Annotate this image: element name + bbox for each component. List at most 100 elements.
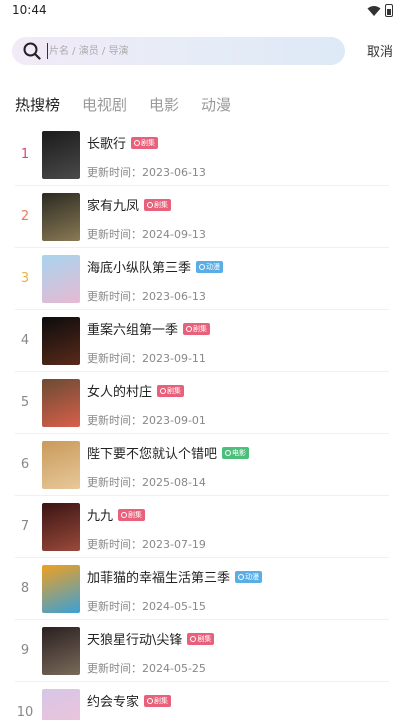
poster-image: [42, 627, 80, 675]
badge-label: 动漫: [245, 572, 260, 581]
category-badge: 动漫: [235, 570, 263, 583]
category-badge: 剧集: [118, 508, 146, 521]
badge-icon: [190, 635, 197, 642]
poster-image: [42, 255, 80, 303]
update-time: 更新时间：2023-06-13: [87, 290, 206, 303]
poster-image: [42, 689, 80, 720]
badge-label: 剧集: [197, 634, 212, 643]
list-item[interactable]: 2 家有九凤 剧集更新时间：2024-09-13: [15, 186, 389, 248]
update-time: 更新时间：2023-09-01: [87, 414, 206, 427]
rank-number: 4: [20, 333, 30, 348]
list-item[interactable]: 4 重案六组第一季 剧集 更新时间：2023-09-11: [15, 310, 389, 372]
badge-icon: [147, 697, 154, 704]
rank-number: 5: [20, 395, 30, 410]
badge-label: 剧集: [154, 696, 169, 705]
rank-number: 10: [16, 705, 34, 720]
hot-search-list: 1 长歌行 剧集 更新时间：2023-06-13 2 家有九凤 剧集 更新时间：2024-09…: [15, 124, 389, 720]
search-box[interactable]: [12, 37, 345, 65]
item-title[interactable]: 家有九凤: [87, 195, 139, 214]
poster-thumbnail[interactable]: [42, 627, 80, 675]
tab-hot-search[interactable]: 热搜榜: [15, 94, 60, 115]
poster-image: [42, 379, 80, 427]
title-line: 天狼星行动\尖锋 剧集: [87, 629, 215, 648]
badge-label: 动漫: [206, 262, 221, 271]
badge-icon: [238, 573, 245, 580]
item-title[interactable]: 海底小纵队第三季: [87, 257, 191, 276]
tab-anime[interactable]: 动漫: [201, 94, 231, 115]
poster-image: [42, 565, 80, 613]
tab-tv-series[interactable]: 电视剧: [82, 94, 127, 115]
rank-number: 3: [20, 271, 30, 286]
update-time: 更新时间：2023-06-13: [87, 166, 206, 179]
badge-label: 剧集: [193, 324, 208, 333]
list-item[interactable]: 9 天狼星行动\尖锋 剧集 更新时间：2024-05-25: [15, 620, 389, 682]
badge-label: 剧集: [154, 200, 169, 209]
poster-thumbnail[interactable]: [42, 441, 80, 489]
status-bar: 10:44: [0, 0, 405, 22]
update-time: 更新时间：2023-07-19: [87, 538, 206, 551]
list-item[interactable]: 7 九九 剧集更新时间：2023-07-19: [15, 496, 389, 558]
badge-icon: [160, 387, 167, 394]
category-badge: 剧集: [144, 198, 172, 211]
poster-thumbnail[interactable]: [42, 317, 80, 365]
status-icons: [367, 4, 393, 17]
category-badge: 动漫: [196, 260, 224, 273]
search-input[interactable]: [49, 41, 329, 61]
item-title[interactable]: 约会专家: [87, 691, 139, 710]
rank-number: 2: [20, 209, 30, 224]
item-title[interactable]: 陛下要不您就认个错吧: [87, 443, 217, 462]
update-time: 更新时间：2024-09-13: [87, 228, 206, 241]
title-line: 加菲猫的幸福生活第三季 动漫: [87, 567, 263, 586]
item-title[interactable]: 天狼星行动\尖锋: [87, 629, 182, 648]
rank-number: 1: [20, 147, 30, 162]
item-title[interactable]: 重案六组第一季: [87, 319, 178, 338]
title-line: 长歌行 剧集: [87, 133, 159, 152]
list-item[interactable]: 5 女人的村庄 剧集更新时间：2023-09-01: [15, 372, 389, 434]
item-title[interactable]: 加菲猫的幸福生活第三季: [87, 567, 230, 586]
list-item[interactable]: 6 陛下要不您就认个错吧 电影 更新时间：2025-08-14: [15, 434, 389, 496]
badge-icon: [186, 325, 193, 332]
poster-thumbnail[interactable]: [42, 379, 80, 427]
list-item[interactable]: 8 加菲猫的幸福生活第三季 动漫更新时间：2024-05-15: [15, 558, 389, 620]
title-line: 九九 剧集: [87, 505, 146, 524]
badge-label: 剧集: [141, 138, 156, 147]
badge-icon: [199, 263, 206, 270]
category-badge: 剧集: [187, 632, 215, 645]
poster-thumbnail[interactable]: [42, 131, 80, 179]
title-line: 海底小纵队第三季 动漫: [87, 257, 224, 276]
cancel-button[interactable]: 取消: [367, 41, 393, 60]
battery-icon: [385, 4, 393, 17]
item-title[interactable]: 长歌行: [87, 133, 126, 152]
category-badge: 电影: [222, 446, 250, 459]
item-title[interactable]: 女人的村庄: [87, 381, 152, 400]
category-tabs: 热搜榜 电视剧 电影 动漫: [15, 94, 253, 115]
poster-image: [42, 317, 80, 365]
rank-number: 8: [20, 581, 30, 596]
title-line: 陛下要不您就认个错吧 电影: [87, 443, 250, 462]
title-line: 女人的村庄 剧集: [87, 381, 185, 400]
category-badge: 剧集: [157, 384, 185, 397]
badge-icon: [225, 449, 232, 456]
poster-image: [42, 441, 80, 489]
poster-thumbnail[interactable]: [42, 689, 80, 720]
title-line: 重案六组第一季 剧集: [87, 319, 211, 338]
badge-icon: [121, 511, 128, 518]
status-time: 10:44: [12, 3, 47, 17]
poster-thumbnail[interactable]: [42, 503, 80, 551]
badge-label: 剧集: [128, 510, 143, 519]
badge-label: 电影: [232, 448, 247, 457]
rank-number: 7: [20, 519, 30, 534]
category-badge: 剧集: [131, 136, 159, 149]
update-time: 更新时间：2024-05-25: [87, 662, 206, 675]
wifi-icon: [367, 5, 381, 16]
poster-thumbnail[interactable]: [42, 193, 80, 241]
poster-thumbnail[interactable]: [42, 255, 80, 303]
update-time: 更新时间：2024-05-15: [87, 600, 206, 613]
badge-icon: [134, 139, 141, 146]
list-item[interactable]: 10 约会专家 剧集: [15, 682, 389, 720]
item-title[interactable]: 九九: [87, 505, 113, 524]
list-item[interactable]: 1 长歌行 剧集更新时间：2023-06-13: [15, 124, 389, 186]
poster-thumbnail[interactable]: [42, 565, 80, 613]
list-item[interactable]: 3 海底小纵队第三季 动漫更新时间：2023-06-13: [15, 248, 389, 310]
tab-movies[interactable]: 电影: [149, 94, 179, 115]
